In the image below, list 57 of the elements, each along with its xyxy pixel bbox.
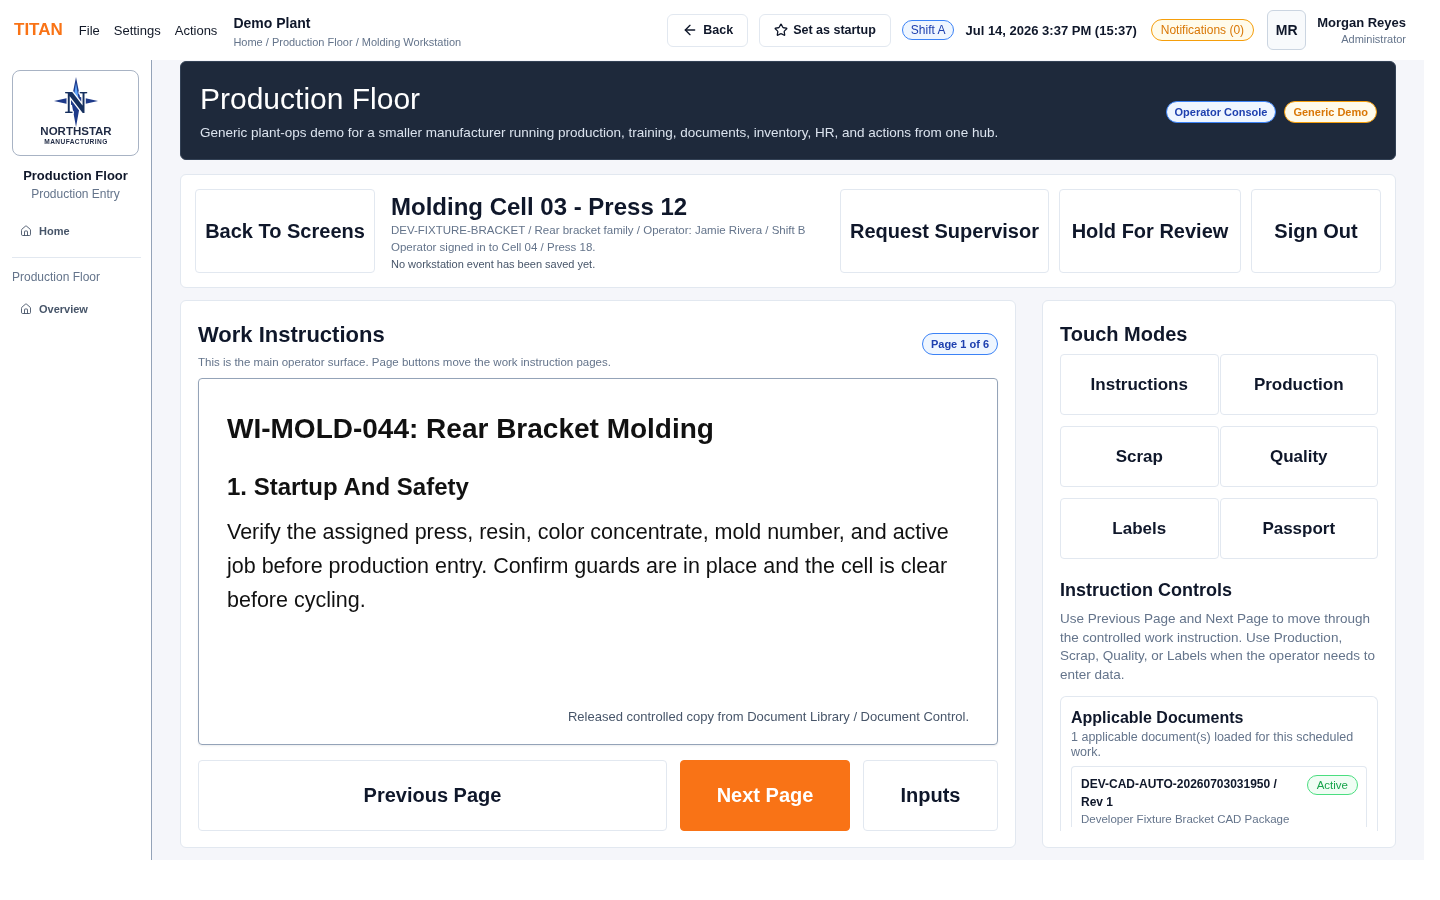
user-avatar[interactable]: MR — [1267, 10, 1307, 50]
back-button[interactable]: Back — [667, 13, 749, 47]
page-description: Generic plant-ops demo for a smaller manufacturer running production, training, documents, inventory, HR, and actions from one hub. — [200, 124, 1000, 140]
breadcrumb-trail: Home / Production Floor / Molding Workstation — [233, 35, 462, 48]
controls-help-text: Use Previous Page and Next Page to move through the controlled work instruction. Use Production, Scrap, Quality, or Labels when the operator needs to enter data. — [1060, 610, 1376, 684]
set-startup-button[interactable]: Set as startup — [759, 13, 891, 47]
touch-modes-title: Touch Modes — [1060, 322, 1189, 347]
section-heading: 1. Startup And Safety — [227, 472, 470, 502]
mode-button[interactable]: Labels — [1060, 498, 1219, 559]
shift-badge: Shift A — [901, 20, 955, 40]
workstation-detail: Operator signed in to Cell 04 / Press 18. — [391, 240, 597, 255]
sidebar-title: Production Floor — [22, 168, 129, 183]
sidebar-subtitle: Production Entry — [30, 187, 121, 201]
mode-button[interactable]: Instructions — [1060, 354, 1219, 415]
document-item[interactable]: DEV-CAD-AUTO-20260703031950 / Rev 1 Active Developer Fixture Bracket CAD Package — [1071, 766, 1367, 827]
menu-item[interactable]: Settings — [113, 22, 161, 38]
action-button[interactable]: Sign Out — [1251, 189, 1381, 273]
back-to-screens-button[interactable]: Back To Screens — [195, 189, 375, 273]
action-button[interactable]: Hold For Review — [1059, 189, 1241, 273]
documents-title: Applicable Documents — [1071, 708, 1245, 728]
mode-button[interactable]: Quality — [1219, 426, 1378, 487]
star-icon — [774, 23, 789, 37]
house-icon — [20, 225, 32, 237]
date-time: Jul 14, 2026 3:37 PM (15:37) — [965, 22, 1137, 38]
panel-description: This is the main operator surface. Page buttons move the work instruction pages. — [198, 356, 612, 368]
panel-title: Work Instructions — [198, 322, 386, 348]
nav-item[interactable]: Overview — [12, 301, 141, 317]
document-title: WI-MOLD-044: Rear Bracket Molding — [227, 412, 715, 446]
page-indicator-badge: Page 1 of 6 — [921, 333, 998, 355]
status-badge: Active — [1306, 775, 1358, 795]
instruction-text: Verify the assigned press, resin, color concentrate, mold number, and active job before production entry. Confirm guards are in place and the cell is clear before cycling. — [227, 519, 950, 614]
menu-item[interactable]: Actions — [174, 22, 218, 38]
action-button[interactable]: Request Supervisor — [840, 189, 1049, 273]
workstation-title: Molding Cell 03 - Press 12 — [391, 192, 689, 222]
house-icon — [20, 303, 32, 315]
user-name: Morgan Reyes — [1317, 15, 1406, 30]
nav-section-heading: Production Floor — [12, 270, 102, 284]
workstation-detail: DEV-FIXTURE-BRACKET / Rear bracket family / Operator: Jamie Rivera / Shift B — [391, 223, 807, 238]
mode-button[interactable]: Production — [1219, 354, 1378, 415]
nav-item[interactable]: Home — [12, 223, 141, 239]
page-title: Production Floor — [200, 81, 422, 116]
mode-button[interactable]: Scrap — [1060, 426, 1219, 487]
plant-name: Demo Plant — [233, 14, 312, 31]
user-role: Administrator — [1341, 33, 1406, 45]
document-footer-note: Released controlled copy from Document Library / Document Control. — [568, 709, 969, 724]
controls-title: Instruction Controls — [1060, 579, 1233, 601]
page-action-button[interactable]: Previous Page — [198, 760, 667, 831]
mode-button[interactable]: Passport — [1219, 498, 1378, 559]
status-message: No workstation event has been saved yet. — [391, 257, 597, 272]
document-name: Developer Fixture Bracket CAD Package — [1081, 812, 1291, 827]
menu-item[interactable]: File — [78, 22, 100, 38]
page-action-button[interactable]: Inputs — [863, 760, 998, 831]
mode-badge: Generic Demo — [1284, 100, 1377, 123]
document-code: DEV-CAD-AUTO-20260703031950 / Rev 1 — [1081, 776, 1278, 811]
documents-summary: 1 applicable document(s) loaded for this scheduled work. — [1071, 730, 1355, 760]
brand-name: TITAN — [14, 20, 63, 40]
mode-badge: Operator Console — [1165, 100, 1277, 123]
